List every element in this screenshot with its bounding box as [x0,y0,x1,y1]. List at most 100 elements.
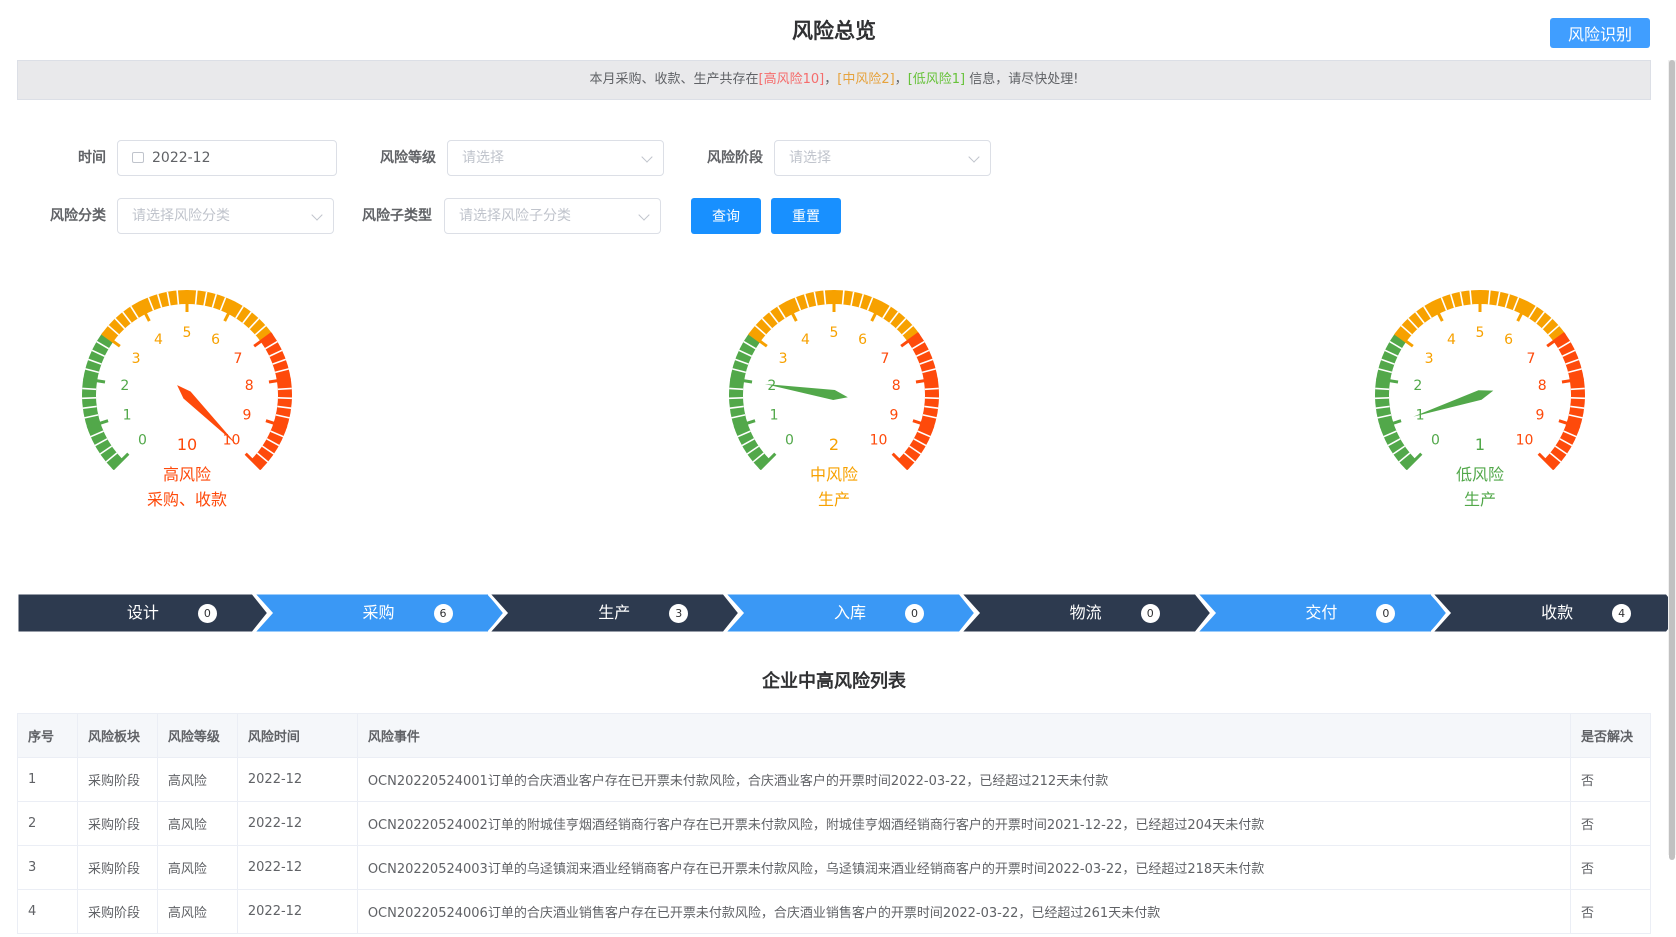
gauge-tick [1375,387,1390,391]
notice-low-count: [低风险1] [907,72,966,87]
cell-time: 2022-12 [236,845,358,890]
cell-level: 高风险 [156,889,238,934]
gauge-tick-label: 8 [245,378,254,394]
chevron-down-icon [968,151,980,163]
gauge-tick-label: 5 [1476,325,1485,341]
gauge-tick [924,387,939,391]
col-header-resolved[interactable]: 是否解决 [1569,713,1652,758]
cell-time: 2022-12 [236,757,358,802]
subtype-placeholder: 请选择风险子分类 [459,208,571,224]
table-row[interactable]: 2 采购阶段 高风险 2022-12 OCN20220524002订单的附城佳亨… [17,801,1652,846]
subtype-select[interactable]: 请选择风险子分类 [444,198,661,234]
gauge-tick-label: 7 [881,351,890,367]
risk-identify-button[interactable]: 风险识别 [1550,18,1650,48]
risk-table: 序号 风险板块 风险等级 风险时间 风险事件 是否解决 1 采购阶段 高风险 2… [17,713,1652,934]
category-select[interactable]: 请选择风险分类 [117,198,334,234]
gauge-needle [1413,390,1494,417]
stage-placeholder: 请选择 [789,150,831,166]
gauge-stage: 生产 [1463,490,1496,509]
gauge-level: 中风险 [809,465,858,484]
cell-time: 2022-12 [236,801,358,846]
cell-block: 采购阶段 [76,889,158,934]
cell-index: 4 [17,889,78,934]
gauge-needle [764,384,848,400]
cell-time: 2022-12 [236,889,358,934]
filter-form: 时间 2022-12 风险等级 请选择 风险阶段 请选择 风险分类 请选择风险分… [0,140,1676,240]
step-5[interactable]: 物流 0 [959,593,1214,633]
risk-notice-banner: 本月采购、收款、生产共存在[高风险10]，[中风险2]，[低风险1] 信息，请尽… [17,60,1651,100]
col-header-time[interactable]: 风险时间 [236,713,358,758]
notice-sep-2: ， [894,72,908,87]
step-label: 收款 [1541,603,1574,622]
gauge-tick [277,387,292,391]
gauge-tick-label: 9 [242,407,251,423]
table-header-row: 序号 风险板块 风险等级 风险时间 风险事件 是否解决 [17,713,1652,758]
table-row[interactable]: 3 采购阶段 高风险 2022-12 OCN20220524003订单的乌迳镇润… [17,845,1652,890]
stage-select[interactable]: 请选择 [774,140,991,176]
calendar-icon [132,152,144,163]
gauge-mid-risk: 0 1 2 3 4 5 6 7 8 9 10 2 中风险 生产 [704,270,964,520]
table-row[interactable]: 1 采购阶段 高风险 2022-12 OCN20220524001订单的合庆酒业… [17,757,1652,802]
gauge-value: 1 [1474,435,1486,454]
gauge-tick-label: 2 [120,378,129,394]
level-placeholder: 请选择 [462,150,504,166]
notice-prefix: 本月采购、收款、生产共存在 [589,72,759,87]
cell-index: 2 [17,801,78,846]
step-3[interactable]: 生产 3 [488,593,743,633]
step-label: 交付 [1305,603,1338,622]
cell-resolved: 否 [1569,801,1652,846]
cell-block: 采购阶段 [76,845,158,890]
gauge-tick-label: 3 [779,351,788,367]
notice-mid-count: [中风险2] [837,72,895,87]
gauge-tick-label: 4 [801,332,810,348]
gauge-tick-label: 4 [154,332,163,348]
cell-level: 高风险 [156,801,238,846]
step-label: 生产 [598,603,631,622]
risk-gauges: 0 1 2 3 4 5 6 7 8 9 10 10 高风险 采购、收款 0 1 2 3 4 5 6 7 8 9 10 2… [0,270,1676,530]
gauge-high-risk: 0 1 2 3 4 5 6 7 8 9 10 10 高风险 采购、收款 [57,270,317,520]
step-label: 设计 [126,603,159,622]
gauge-tick-label: 6 [211,332,220,348]
table-row[interactable]: 4 采购阶段 高风险 2022-12 OCN20220524006订单的合庆酒业… [17,889,1652,934]
time-label: 时间 [78,150,106,166]
step-7[interactable]: 收款 4 [1431,593,1676,633]
gauge-tick-label: 6 [1504,332,1513,348]
cell-index: 3 [17,845,78,890]
gauge-tick-label: 9 [889,407,898,423]
col-header-block[interactable]: 风险板块 [76,713,158,758]
gauge-tick-label: 5 [183,325,192,341]
gauge-value: 10 [176,435,198,454]
gauge-value: 2 [828,435,840,454]
step-6[interactable]: 交付 0 [1195,593,1450,633]
col-header-index[interactable]: 序号 [17,713,78,758]
scrollbar-thumb[interactable] [1669,60,1675,860]
cell-event: OCN20220524002订单的附城佳亨烟酒经销商行客户存在已开票未付款风险，… [356,801,1571,846]
notice-sep-1: ， [824,72,838,87]
col-header-level[interactable]: 风险等级 [156,713,238,758]
chevron-down-icon [311,209,323,221]
time-picker[interactable]: 2022-12 [117,140,337,176]
cell-resolved: 否 [1569,757,1652,802]
level-select[interactable]: 请选择 [447,140,664,176]
gauge-tick [82,387,97,391]
gauge-tick-label: 7 [1527,351,1536,367]
cell-block: 采购阶段 [76,757,158,802]
process-steps: 设计 0 采购 6 生产 3 入库 0 物流 0 交付 0 收款 4 [17,593,1676,633]
reset-button[interactable]: 重置 [771,198,841,234]
step-2[interactable]: 采购 6 [252,593,507,633]
chevron-down-icon [641,151,653,163]
step-4[interactable]: 入库 0 [724,593,978,633]
query-button[interactable]: 查询 [691,198,761,234]
step-1[interactable]: 设计 0 [17,593,271,633]
gauge-tick-label: 8 [1538,378,1547,394]
page-title: 风险总览 [792,19,876,43]
cell-event: OCN20220524001订单的合庆酒业客户存在已开票未付款风险，合庆酒业客户… [356,757,1571,802]
step-label: 采购 [362,603,395,622]
gauge-tick-label: 1 [123,407,132,423]
level-label: 风险等级 [380,150,436,166]
page-scrollbar[interactable] [1668,60,1676,860]
gauge-tick-label: 1 [770,407,779,423]
notice-suffix: 信息，请尽快处理! [969,72,1079,87]
col-header-event[interactable]: 风险事件 [356,713,1571,758]
chevron-down-icon [638,209,650,221]
